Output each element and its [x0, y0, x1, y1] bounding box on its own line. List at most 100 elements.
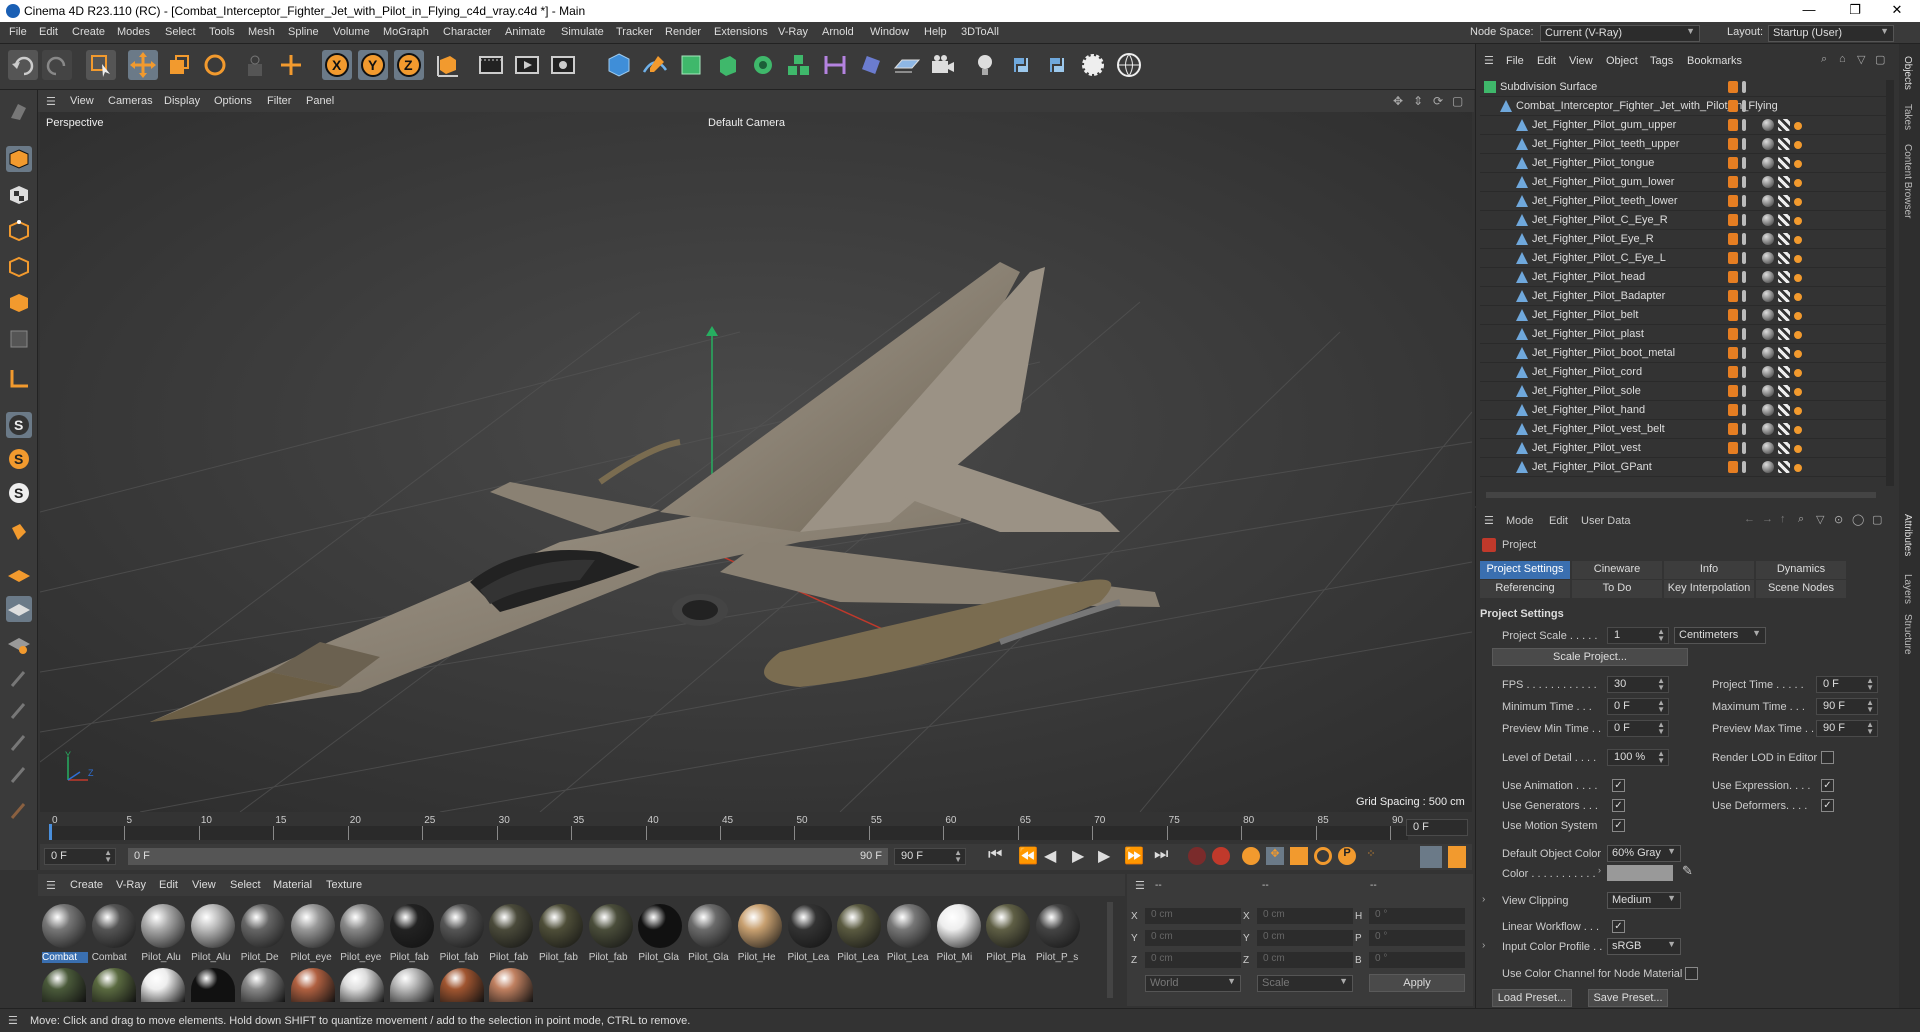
maximum-time-field[interactable]: 90 F ▲ ▼	[1816, 698, 1878, 715]
tab-project-settings[interactable]: Project Settings	[1480, 561, 1570, 579]
phong-tag-icon[interactable]	[1794, 312, 1802, 320]
phong-tag-icon[interactable]	[1794, 160, 1802, 168]
use-motion-system-checkbox[interactable]: ✓	[1612, 819, 1625, 832]
maximize-button[interactable]: ❐	[1832, 0, 1878, 22]
axis-mode-icon[interactable]	[6, 366, 32, 392]
material-thumbnail[interactable]	[389, 968, 434, 1002]
minimize-button[interactable]: —	[1786, 0, 1832, 22]
viewport-menu-filter[interactable]: Filter	[267, 95, 291, 107]
project-scale-field[interactable]: 1 ▲ ▼	[1607, 627, 1669, 644]
menu-tools[interactable]: Tools	[209, 26, 235, 38]
menu-character[interactable]: Character	[443, 26, 491, 38]
phong-tag-icon[interactable]	[1794, 464, 1802, 472]
close-button[interactable]: ✕	[1874, 0, 1920, 22]
material-tag-icon[interactable]	[1762, 347, 1774, 359]
attr-menu-user-data[interactable]: User Data	[1581, 515, 1631, 527]
use-expression-checkbox[interactable]: ✓	[1821, 779, 1834, 792]
texture-tag-icon[interactable]	[1778, 290, 1790, 302]
side-tab-objects[interactable]: Objects	[1902, 56, 1913, 90]
uv-mode-icon[interactable]	[6, 326, 32, 352]
size-z-field[interactable]: 0 cm	[1257, 952, 1353, 968]
motion-recording-icon[interactable]	[1420, 846, 1442, 868]
layer-color-icon[interactable]	[1728, 404, 1738, 416]
texture-tag-icon[interactable]	[1778, 423, 1790, 435]
material-thumbnail[interactable]	[42, 968, 86, 1002]
object-row[interactable]: Jet_Fighter_Pilot_Badapter	[1480, 287, 1886, 306]
default-object-color-select[interactable]: 60% Gray ▼	[1607, 845, 1681, 862]
floor-icon[interactable]	[892, 50, 922, 80]
attr-lock-icon[interactable]: ⊙	[1834, 513, 1843, 526]
object-row[interactable]: Jet_Fighter_Pilot_gum_lower	[1480, 173, 1886, 192]
tab-referencing[interactable]: Referencing	[1480, 580, 1570, 598]
render-lod-checkbox[interactable]	[1821, 751, 1834, 764]
material-tag-icon[interactable]	[1762, 404, 1774, 416]
object-menu-edit[interactable]: Edit	[1537, 55, 1556, 67]
viewport-menu-options[interactable]: Options	[214, 95, 252, 107]
layer-color-icon[interactable]	[1728, 423, 1738, 435]
texture-tag-icon[interactable]	[1778, 385, 1790, 397]
material-thumbnail[interactable]	[240, 968, 285, 1002]
object-menu-tags[interactable]: Tags	[1650, 55, 1673, 67]
snap-settings-icon[interactable]: S	[6, 446, 32, 472]
menu-vray[interactable]: V-Ray	[778, 26, 808, 38]
use-deformers-checkbox[interactable]: ✓	[1821, 799, 1834, 812]
material-tag-icon[interactable]	[1762, 366, 1774, 378]
object-row[interactable]: Jet_Fighter_Pilot_Eye_R	[1480, 230, 1886, 249]
pos-y-field[interactable]: 0 cm	[1145, 930, 1241, 946]
array-icon[interactable]	[784, 50, 814, 80]
object-row[interactable]: Jet_Fighter_Pilot_C_Eye_L	[1480, 249, 1886, 268]
viewport-menu-cameras[interactable]: Cameras	[108, 95, 153, 107]
pos-z-field[interactable]: 0 cm	[1145, 952, 1241, 968]
visibility-dots-icon[interactable]	[1742, 385, 1746, 397]
view-clipping-expand-icon[interactable]: ›	[1482, 894, 1485, 905]
home-icon[interactable]: ⌂	[1839, 53, 1846, 65]
smooth-icon[interactable]	[6, 762, 32, 788]
phong-tag-icon[interactable]	[1794, 217, 1802, 225]
points-mode-icon[interactable]	[6, 218, 32, 244]
minimum-time-field[interactable]: 0 F ▲ ▼	[1607, 698, 1669, 715]
render-to-picture-viewer-icon[interactable]	[512, 50, 542, 80]
viewport-menu-display[interactable]: Display	[164, 95, 200, 107]
object-row[interactable]: Jet_Fighter_Pilot_head	[1480, 268, 1886, 287]
visibility-dots-icon[interactable]	[1742, 176, 1746, 188]
material-thumbnail[interactable]	[191, 968, 236, 1002]
object-menu-object[interactable]: Object	[1606, 55, 1638, 67]
camera-icon[interactable]	[928, 50, 958, 80]
object-row[interactable]: Jet_Fighter_Pilot_hand	[1480, 401, 1886, 420]
timeline-window-icon[interactable]	[1448, 846, 1466, 868]
phong-tag-icon[interactable]	[1794, 426, 1802, 434]
side-tab-takes[interactable]: Takes	[1902, 104, 1913, 130]
next-frame-icon[interactable]: ▶	[1098, 846, 1110, 866]
layer-color-icon[interactable]	[1728, 442, 1738, 454]
texture-tag-icon[interactable]	[1778, 119, 1790, 131]
key-scale-icon[interactable]	[1290, 847, 1308, 865]
visibility-dots-icon[interactable]	[1742, 347, 1746, 359]
menu-mesh[interactable]: Mesh	[248, 26, 275, 38]
rot-b-field[interactable]: 0 °	[1369, 952, 1465, 968]
preview-min-time-field[interactable]: 0 F ▲ ▼	[1607, 720, 1669, 737]
material-menu-view[interactable]: View	[192, 879, 216, 891]
material-tag-icon[interactable]	[1762, 309, 1774, 321]
texture-tag-icon[interactable]	[1778, 442, 1790, 454]
phong-tag-icon[interactable]	[1794, 122, 1802, 130]
texture-tag-icon[interactable]	[1778, 404, 1790, 416]
object-row[interactable]: Jet_Fighter_Pilot_sole	[1480, 382, 1886, 401]
texture-tag-icon[interactable]	[1778, 366, 1790, 378]
layer-color-icon[interactable]	[1728, 290, 1738, 302]
material-thumbnail[interactable]	[290, 904, 335, 948]
visibility-dots-icon[interactable]	[1742, 404, 1746, 416]
menu-simulate[interactable]: Simulate	[561, 26, 604, 38]
attr-window-icon[interactable]: ▢	[1872, 513, 1882, 526]
menu-file[interactable]: File	[9, 26, 27, 38]
material-thumbnail[interactable]	[141, 904, 186, 948]
tab-scene-nodes[interactable]: Scene Nodes	[1756, 580, 1846, 598]
material-tag-icon[interactable]	[1762, 252, 1774, 264]
project-scale-unit-select[interactable]: Centimeters ▼	[1674, 627, 1766, 644]
size-y-field[interactable]: 0 cm	[1257, 930, 1353, 946]
use-generators-checkbox[interactable]: ✓	[1612, 799, 1625, 812]
texture-tag-icon[interactable]	[1778, 176, 1790, 188]
field-icon[interactable]	[856, 50, 886, 80]
phong-tag-icon[interactable]	[1794, 274, 1802, 282]
visibility-dots-icon[interactable]	[1742, 81, 1746, 93]
texture-tag-icon[interactable]	[1778, 138, 1790, 150]
